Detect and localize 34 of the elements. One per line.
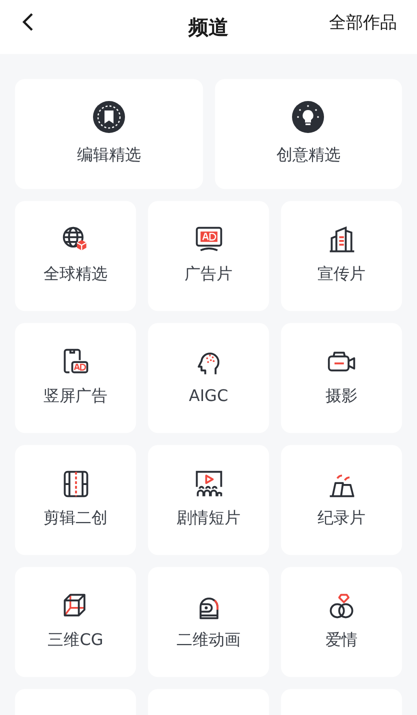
channel-card[interactable]: 爱情 <box>281 567 402 677</box>
channel-card[interactable]: 剧情短片 <box>148 445 269 555</box>
channel-label: AIGC <box>188 386 228 405</box>
channel-card[interactable]: 宣传片 <box>281 201 402 311</box>
page-title: 频道 <box>188 14 228 40</box>
channel-label: 爱情 <box>326 630 358 651</box>
theater-icon <box>194 469 224 499</box>
channel-label: 宣传片 <box>318 264 366 285</box>
channel-label: 摄影 <box>326 386 358 407</box>
channel-label: 纪录片 <box>318 508 366 529</box>
channel-label: 创意精选 <box>276 145 340 166</box>
channel-card[interactable]: 全球精选 <box>15 201 136 311</box>
channel-label: 二维动画 <box>176 630 240 651</box>
all-works-link[interactable]: 全部作品 <box>329 11 397 34</box>
channel-card[interactable]: AIGC <box>148 323 269 433</box>
channel-label: 全球精选 <box>44 264 108 285</box>
bookmark-icon <box>92 101 125 133</box>
channel-card[interactable]: 三维CG <box>15 567 136 677</box>
channel-label: 剪辑二创 <box>44 508 108 529</box>
channel-card[interactable]: 创意精选 <box>214 79 402 189</box>
channel-label: 剧情短片 <box>176 508 240 529</box>
channel-label: 三维CG <box>48 630 104 651</box>
channel-card[interactable]: 编辑精选 <box>15 79 202 189</box>
lightbulb-icon <box>292 101 324 133</box>
channel-card[interactable]: 剪辑二创 <box>15 445 136 555</box>
channel-label: 竖屏广告 <box>44 386 108 407</box>
channel-card[interactable]: 广告片 <box>148 201 269 311</box>
channel-card[interactable]: 摄影 <box>281 323 402 433</box>
channel-card[interactable]: 竖屏广告 <box>15 323 136 433</box>
channel-label: 编辑精选 <box>76 145 141 166</box>
back-icon[interactable] <box>22 12 34 32</box>
channel-card[interactable]: 二维动画 <box>148 567 269 677</box>
channel-label: 广告片 <box>184 264 232 285</box>
channel-card[interactable]: 纪录片 <box>281 445 402 555</box>
